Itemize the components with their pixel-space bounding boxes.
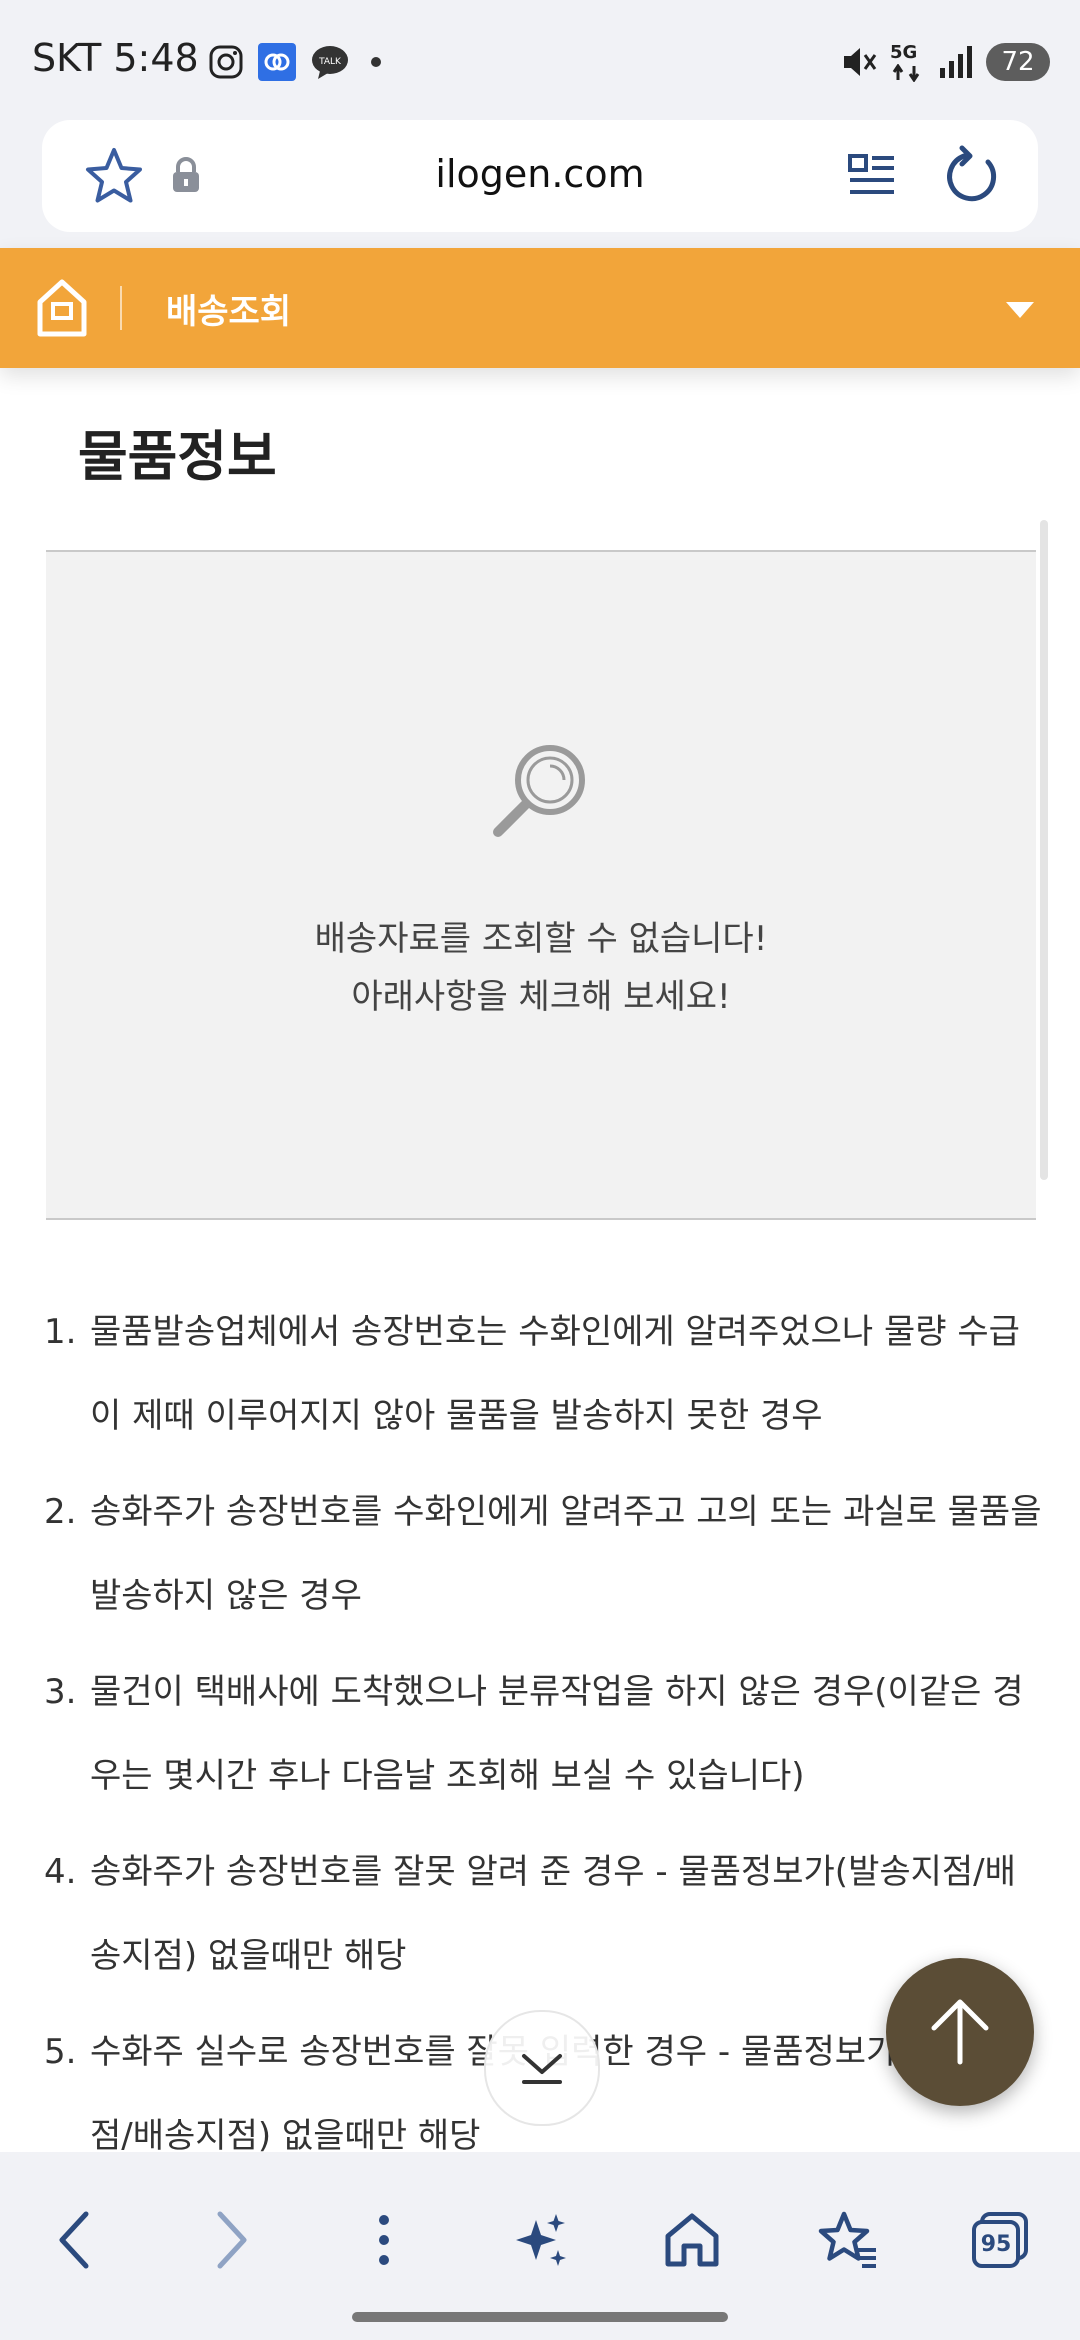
scroll-to-top-button[interactable] [886, 1958, 1034, 2106]
list-item-text: 물건이 택배사에 도착했으나 분류작업을 하지 않은 경우(이같은 경우는 몇시… [90, 1672, 1024, 1796]
menu-dropdown-caret-icon[interactable] [1006, 302, 1034, 318]
address-bar[interactable]: ilogen.com [42, 120, 1038, 232]
scrollbar[interactable] [1040, 520, 1048, 1180]
home-button[interactable] [652, 2200, 732, 2280]
tab-count: 95 [980, 2231, 1012, 2257]
bookmarks-star-icon [818, 2211, 876, 2268]
signal-icon [940, 46, 972, 78]
sparkle-icon [516, 2214, 566, 2266]
list-item-text: 송화주가 송장번호를 잘못 알려 준 경우 - 물품정보가(발송지점/배송지점)… [90, 1852, 1016, 1976]
tabs-button[interactable]: 95 [960, 2200, 1040, 2280]
network-type-label: 5G [890, 42, 918, 63]
network-indicator: 5G [890, 42, 926, 82]
menu-title[interactable]: 배송조회 [166, 284, 291, 333]
forward-arrow-icon [217, 2211, 247, 2269]
ai-assistant-button[interactable] [500, 2200, 580, 2280]
status-bar: SKT 5:48 TALK 5G 72 [0, 0, 1080, 120]
home-icon[interactable] [36, 278, 88, 338]
list-item-text: 송화주가 송장번호를 수화인에게 알려주고 고의 또는 과실로 물품을 발송하지… [90, 1492, 1042, 1616]
notification-icons: TALK [208, 38, 388, 86]
instagram-icon [209, 45, 243, 79]
no-result-line2: 아래사항을 체크해 보세요! [351, 977, 731, 1017]
bookmarks-button[interactable] [808, 2200, 888, 2280]
list-item-number: 3. [44, 1672, 77, 1712]
no-result-message: 배송자료를 조회할 수 없습니다! 아래사항을 체크해 보세요! [46, 910, 1036, 1026]
list-item: 1. 물품발송업체에서 송장번호는 수화인에게 알려주었으나 물량 수급이 제때 … [44, 1290, 1044, 1458]
list-item-number: 5. [44, 2032, 77, 2072]
home-nav-icon [665, 2213, 719, 2267]
list-item-number: 4. [44, 1852, 77, 1892]
list-item-text: 물품발송업체에서 송장번호는 수화인에게 알려주었으나 물량 수급이 제때 이루… [90, 1312, 1020, 1436]
page-title: 물품정보 [78, 425, 277, 488]
back-arrow-icon [59, 2211, 89, 2269]
browser-toolbar: ilogen.com [0, 120, 1080, 248]
status-time: SKT 5:48 [32, 36, 199, 80]
list-item-number: 1. [44, 1312, 77, 1352]
data-arrows-icon [892, 64, 920, 82]
reload-icon[interactable] [940, 144, 1004, 208]
tabs-icon: 95 [970, 2210, 1030, 2270]
chevron-down-icon [522, 2054, 562, 2084]
site-header: 배송조회 [0, 248, 1080, 368]
arrow-up-icon [931, 1999, 989, 2065]
more-menu-button[interactable] [344, 2200, 424, 2280]
search-magnifier-icon [493, 745, 585, 837]
list-item: 3. 물건이 택배사에 도착했으나 분류작업을 하지 않은 경우(이같은 경우는 … [44, 1650, 1044, 1818]
result-box: 배송자료를 조회할 수 없습니다! 아래사항을 체크해 보세요! [46, 550, 1036, 1220]
more-vertical-icon [379, 2215, 389, 2265]
list-item: 2. 송화주가 송장번호를 수화인에게 알려주고 고의 또는 과실로 물품을 발송… [44, 1470, 1044, 1638]
battery-level: 72 [1001, 47, 1035, 77]
mute-icon [844, 48, 877, 76]
forward-button[interactable] [192, 2200, 272, 2280]
gesture-bar[interactable] [352, 2312, 728, 2322]
no-result-line1: 배송자료를 조회할 수 없습니다! [314, 919, 768, 959]
svg-text:TALK: TALK [318, 57, 342, 67]
battery-indicator: 72 [986, 43, 1050, 81]
scroll-down-button[interactable] [484, 2010, 600, 2126]
reader-mode-icon[interactable] [846, 150, 898, 202]
more-notifications-dot-icon [371, 57, 381, 67]
app-notification-icon [258, 43, 296, 81]
list-item-number: 2. [44, 1492, 77, 1532]
back-button[interactable] [34, 2200, 114, 2280]
list-item: 4. 송화주가 송장번호를 잘못 알려 준 경우 - 물품정보가(발송지점/배송지… [44, 1830, 1044, 1998]
kakaotalk-icon: TALK [312, 46, 348, 79]
header-divider [120, 286, 122, 330]
